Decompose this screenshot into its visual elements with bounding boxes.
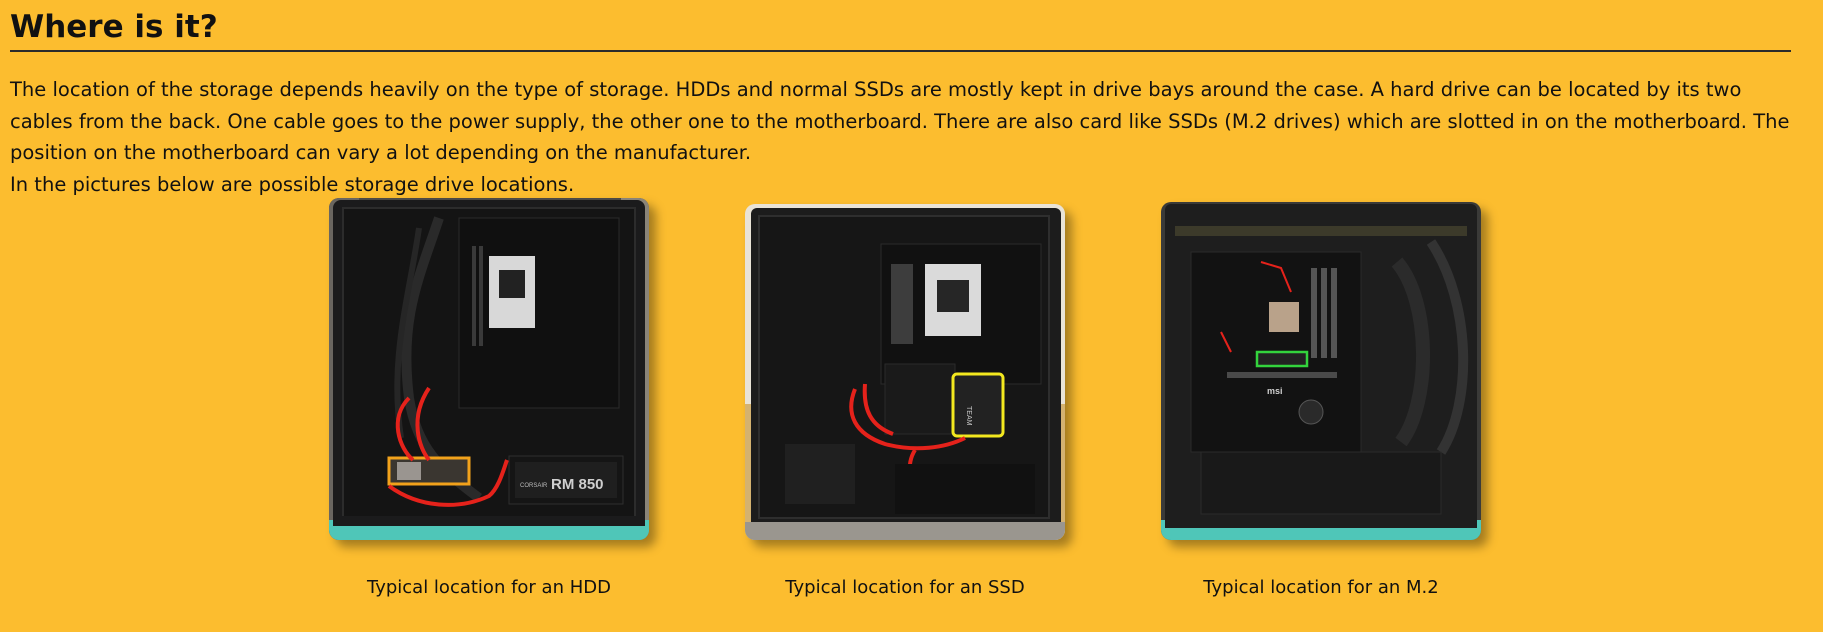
body-paragraph-location: The location of the storage depends heav… (10, 78, 1790, 164)
m2-location-image: msi (1161, 202, 1481, 540)
ssd-brand-label: TEAM (965, 406, 972, 426)
caption-hdd: Typical location for an HDD (367, 577, 611, 598)
board-brand-label: msi (1267, 386, 1283, 396)
pc-case-m2-illustration: msi (1161, 202, 1481, 540)
pc-case-ssd-illustration: TEAM (745, 204, 1065, 540)
title-divider (10, 50, 1791, 52)
figure-hdd: RM 850 CORSAIR Typical location for an H… (329, 198, 649, 598)
body-paragraph-pictures: In the pictures below are possible stora… (10, 172, 575, 196)
caption-ssd: Typical location for an SSD (785, 577, 1025, 598)
hdd-location-image: RM 850 CORSAIR (329, 198, 649, 540)
psu-brand-label: CORSAIR (520, 483, 548, 489)
section-title: Where is it? (10, 9, 218, 45)
caption-m2: Typical location for an M.2 (1203, 577, 1439, 598)
figure-ssd: TEAM Typical location for an SSD (745, 204, 1065, 598)
psu-model-label: RM 850 (551, 476, 604, 493)
page: Where is it? The location of the storage… (0, 0, 1823, 632)
figure-m2: msi Typical location for an M.2 (1161, 202, 1481, 598)
image-gallery: RM 850 CORSAIR Typical location for an H… (0, 198, 1823, 618)
pc-case-hdd-illustration: RM 850 CORSAIR (329, 198, 649, 540)
ssd-location-image: TEAM (745, 204, 1065, 540)
body-text: The location of the storage depends heav… (10, 74, 1793, 200)
